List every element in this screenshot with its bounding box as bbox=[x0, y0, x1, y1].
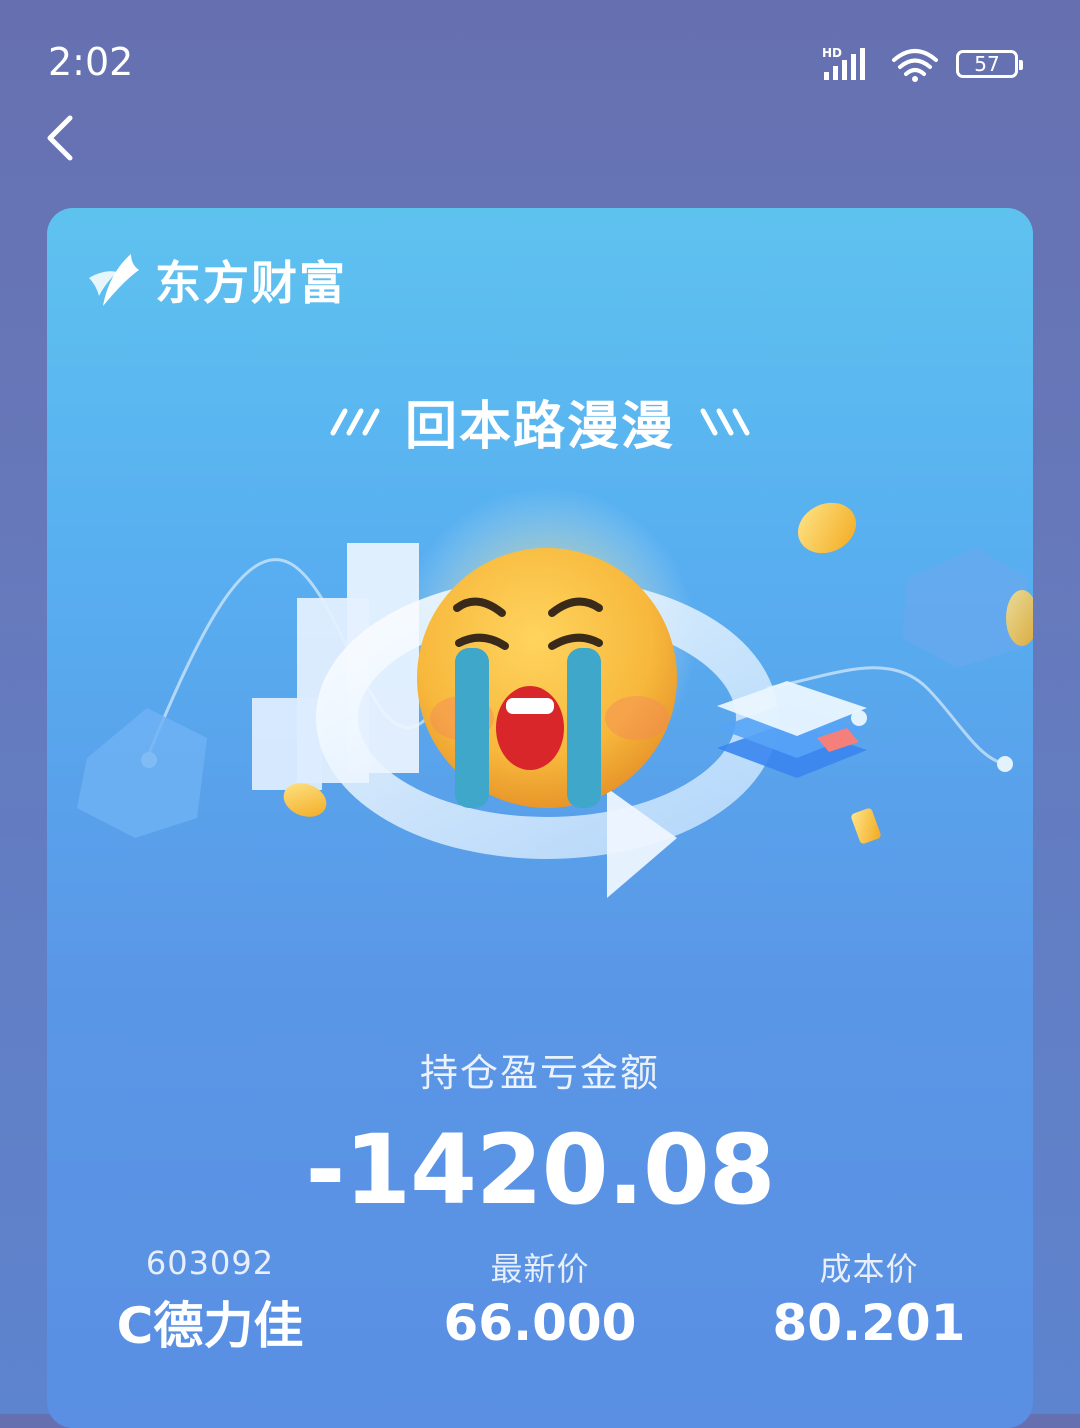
stock-info: 603092 C德力佳 bbox=[60, 1244, 360, 1358]
brand-name: 东方财富 bbox=[155, 256, 347, 310]
back-button[interactable] bbox=[34, 108, 94, 168]
network-badge: HD bbox=[822, 46, 842, 60]
pnl-label: 持仓盈亏金额 bbox=[419, 1051, 660, 1095]
brand: 东方财富 bbox=[87, 250, 347, 310]
eastmoney-logo bbox=[89, 254, 139, 306]
cost-price-label: 成本价 bbox=[819, 1250, 919, 1288]
cost-price-value: 80.201 bbox=[772, 1294, 966, 1352]
status-time: 2:02 bbox=[48, 40, 134, 84]
cube-left bbox=[77, 708, 207, 838]
crying-emoji-illustration bbox=[77, 488, 1033, 898]
wifi-icon bbox=[892, 49, 938, 82]
status-bar: 2:02 HD 57 bbox=[0, 0, 1080, 120]
status-icons: HD 57 bbox=[822, 44, 1023, 84]
slash-decoration-left-icon bbox=[330, 408, 380, 435]
stock-name: C德力佳 bbox=[116, 1297, 304, 1355]
battery-level: 57 bbox=[974, 52, 1000, 76]
headline-row: 回本路漫漫 bbox=[47, 384, 1033, 459]
share-card: 东方财富 回本路漫漫 持仓盈亏金额 -1420.08 603092 C德力佳 最… bbox=[47, 208, 1033, 1428]
coin-right bbox=[851, 808, 881, 844]
latest-price-value: 66.000 bbox=[443, 1294, 637, 1352]
latest-price: 最新价 66.000 bbox=[390, 1244, 690, 1352]
latest-price-label: 最新价 bbox=[490, 1250, 590, 1288]
signal-icon: HD bbox=[822, 46, 865, 80]
pnl-value: -1420.08 bbox=[305, 1114, 775, 1226]
chevron-left-icon bbox=[47, 115, 73, 161]
headline: 回本路漫漫 bbox=[404, 397, 675, 457]
coin-top bbox=[797, 502, 857, 554]
battery-icon: 57 bbox=[956, 50, 1023, 78]
stock-code: 603092 bbox=[145, 1244, 275, 1282]
slash-decoration-right-icon bbox=[700, 408, 750, 435]
stats-row: 603092 C德力佳 最新价 66.000 成本价 80.201 bbox=[47, 1244, 1033, 1355]
cost-price: 成本价 80.201 bbox=[719, 1244, 1019, 1352]
